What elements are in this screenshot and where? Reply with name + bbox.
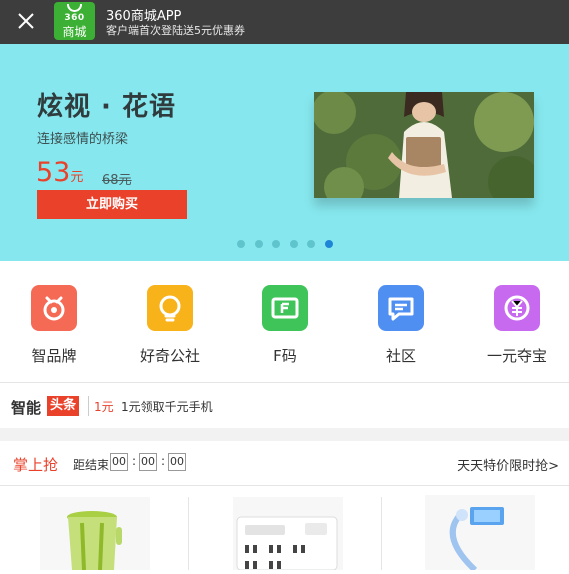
countdown-label: 距结束 [73, 458, 110, 472]
app-logo-line2: 商城 [62, 25, 87, 39]
flash-sale-title: 掌上抢 [13, 456, 59, 474]
banner-product-photo [314, 92, 534, 198]
chevron-right-icon: > [548, 459, 559, 474]
lightbulb-icon [147, 285, 193, 331]
nav-item-community[interactable]: 社区 [351, 285, 451, 375]
countdown-minutes: 00 [139, 453, 157, 471]
brand-icon [31, 285, 77, 331]
headline-tag: 1元 [94, 400, 114, 414]
product-card-phone-stand[interactable] [400, 487, 560, 573]
chat-bubble-icon [378, 285, 424, 331]
carousel-dot[interactable] [254, 240, 263, 248]
headline-divider [88, 396, 89, 416]
nav-label-one-yuan-treasure: 一元夺宝 [486, 347, 547, 365]
promo-banner[interactable]: 炫视 · 花语 连接感情的桥梁 53元 68元 立即购买 [0, 44, 569, 261]
cup-product-image [40, 497, 150, 571]
headline-brand-part2: 头条 [47, 396, 80, 416]
bag-handle-icon [67, 4, 82, 12]
banner-price: 53元 [36, 157, 83, 188]
product-divider [188, 497, 189, 570]
headline-brand-part1: 智能 [11, 399, 42, 417]
flash-sale-more-link[interactable]: 天天特价限时抢> [457, 455, 559, 474]
flash-sale-products [0, 487, 569, 573]
countdown-colon: : [161, 454, 166, 468]
product-card-cup[interactable] [20, 487, 170, 571]
app-logo: 360 商城 [54, 2, 95, 40]
banner-price-value: 53 [36, 157, 71, 188]
app-logo-line1: 360 [64, 13, 85, 23]
phone-stand-product-image [425, 495, 535, 573]
banner-old-price: 68元 [102, 173, 132, 188]
product-card-power-strip[interactable] [205, 487, 365, 571]
carousel-dot[interactable] [272, 240, 281, 248]
nav-item-f-code[interactable]: F码 [235, 285, 335, 375]
banner-price-unit: 元 [70, 170, 84, 185]
nav-item-one-yuan-treasure[interactable]: 一元夺宝 [467, 285, 567, 375]
app-download-bar: 360 商城 360商城APP 客户端首次登陆送5元优惠券 [0, 0, 569, 44]
yuan-coin-icon [494, 285, 540, 331]
countdown-colon: : [132, 454, 137, 468]
product-divider [381, 497, 382, 570]
headline-text[interactable]: 1元领取千元手机 [121, 398, 213, 415]
section-gap [0, 428, 569, 441]
carousel-dot[interactable] [307, 240, 316, 248]
nav-label-f-code: F码 [273, 347, 297, 365]
carousel-dot[interactable] [237, 240, 245, 248]
nav-item-curious-club[interactable]: 好奇公社 [120, 285, 220, 375]
buy-now-button[interactable]: 立即购买 [37, 190, 187, 219]
countdown-seconds: 00 [168, 453, 186, 471]
nav-label-brand: 智品牌 [31, 347, 77, 365]
app-bar-subtitle[interactable]: 客户端首次登陆送5元优惠券 [106, 22, 245, 38]
flash-sale-header: 掌上抢 距结束 00 : 00 : 00 天天特价限时抢> [0, 441, 569, 486]
close-icon[interactable] [14, 9, 38, 33]
flash-sale-more-text: 天天特价限时抢 [457, 459, 549, 474]
nav-label-curious-club: 好奇公社 [139, 347, 200, 365]
nav-item-brand[interactable]: 智品牌 [4, 285, 104, 375]
f-code-icon [262, 285, 308, 331]
power-strip-product-image [233, 497, 343, 571]
quick-nav: 智品牌 好奇公社 F码 社区 一元夺宝 [0, 261, 569, 383]
banner-subtitle: 连接感情的桥梁 [37, 132, 129, 147]
headline-ticker[interactable]: 智能 头条 1元 1元领取千元手机 [0, 384, 569, 428]
carousel-dot[interactable] [289, 240, 298, 248]
nav-label-community: 社区 [385, 347, 416, 365]
banner-title: 炫视 · 花语 [37, 92, 176, 122]
carousel-dot[interactable] [325, 240, 333, 248]
countdown-hours: 00 [110, 453, 128, 471]
